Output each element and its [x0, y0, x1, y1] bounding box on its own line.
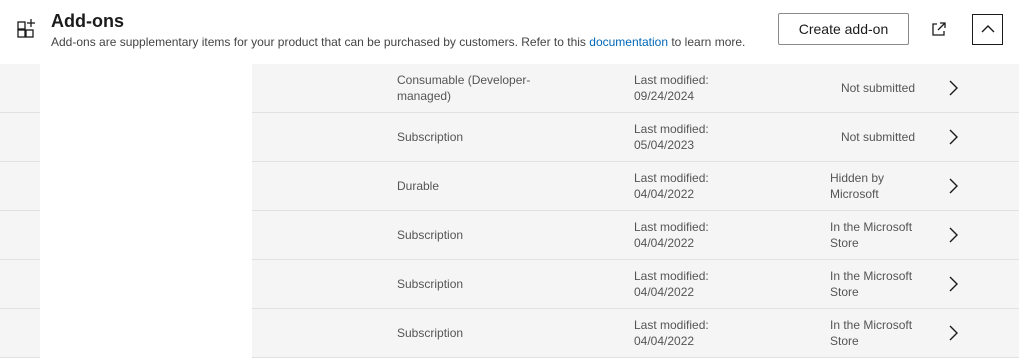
documentation-link[interactable]: documentation — [589, 35, 668, 49]
addon-type: Durable — [397, 179, 440, 193]
addon-status: Not submitted — [840, 81, 915, 95]
modified-label: Last modified: — [634, 122, 709, 136]
addon-name-cell — [40, 113, 252, 162]
addon-modified: Last modified: 04/04/2022 — [634, 170, 784, 202]
addon-name-cell — [40, 162, 252, 211]
modified-date: 04/04/2022 — [634, 236, 695, 250]
addon-name-cell — [40, 309, 252, 358]
addon-name-cell — [40, 211, 252, 260]
modified-label: Last modified: — [634, 220, 709, 234]
page-title: Add-ons — [51, 11, 124, 31]
chevron-up-icon — [981, 21, 995, 39]
modified-date: 04/04/2022 — [634, 285, 695, 299]
addon-row[interactable]: Subscription Last modified: 04/04/2022 In… — [0, 260, 1019, 309]
addon-type: Subscription — [397, 277, 464, 291]
addon-modified: Last modified: 04/04/2022 — [634, 317, 784, 349]
chevron-right-icon[interactable] — [944, 275, 962, 293]
modified-date: 04/04/2022 — [634, 334, 695, 348]
addon-modified: Last modified: 09/24/2024 — [634, 72, 784, 104]
addon-type: Subscription — [397, 130, 464, 144]
addon-icon — [16, 17, 38, 39]
modified-date: 09/24/2024 — [634, 89, 695, 103]
chevron-right-icon[interactable] — [944, 128, 962, 146]
addon-modified: Last modified: 05/04/2023 — [634, 121, 784, 153]
modified-date: 04/04/2022 — [634, 187, 695, 201]
addon-status: Hidden by Microsoft — [830, 171, 885, 201]
addon-modified: Last modified: 04/04/2022 — [634, 268, 784, 300]
addon-row[interactable]: Subscription Last modified: 04/04/2022 In… — [0, 309, 1019, 358]
addon-list: Consumable (Developer-managed) Last modi… — [0, 64, 1019, 358]
addon-status: In the Microsoft Store — [830, 318, 913, 348]
addon-type: Subscription — [397, 228, 464, 242]
addon-status: Not submitted — [840, 130, 915, 144]
addons-header: Add-ons Add-ons are supplementary items … — [0, 0, 1019, 65]
description-suffix: to learn more. — [668, 35, 746, 49]
addon-name-cell — [40, 64, 252, 113]
chevron-right-icon[interactable] — [944, 226, 962, 244]
addon-status: In the Microsoft Store — [830, 269, 913, 299]
modified-label: Last modified: — [634, 73, 709, 87]
collapse-button[interactable] — [972, 14, 1003, 45]
chevron-right-icon[interactable] — [944, 79, 962, 97]
create-addon-button[interactable]: Create add-on — [778, 13, 909, 45]
addon-row[interactable]: Durable Last modified: 04/04/2022 Hidden … — [0, 162, 1019, 211]
addon-row[interactable]: Consumable (Developer-managed) Last modi… — [0, 64, 1019, 113]
open-external-icon[interactable] — [928, 18, 950, 40]
modified-label: Last modified: — [634, 269, 709, 283]
addon-type: Consumable (Developer-managed) — [397, 73, 531, 103]
chevron-right-icon[interactable] — [944, 177, 962, 195]
addon-row[interactable]: Subscription Last modified: 05/04/2023 No… — [0, 113, 1019, 162]
addon-modified: Last modified: 04/04/2022 — [634, 219, 784, 251]
modified-label: Last modified: — [634, 318, 709, 332]
modified-label: Last modified: — [634, 171, 709, 185]
addon-type: Subscription — [397, 326, 464, 340]
modified-date: 05/04/2023 — [634, 138, 695, 152]
chevron-right-icon[interactable] — [944, 324, 962, 342]
addon-name-cell — [40, 260, 252, 309]
addon-status: In the Microsoft Store — [830, 220, 913, 250]
page-description: Add-ons are supplementary items for your… — [51, 35, 745, 49]
addon-row[interactable]: Subscription Last modified: 04/04/2022 In… — [0, 211, 1019, 260]
description-text: Add-ons are supplementary items for your… — [51, 35, 590, 49]
